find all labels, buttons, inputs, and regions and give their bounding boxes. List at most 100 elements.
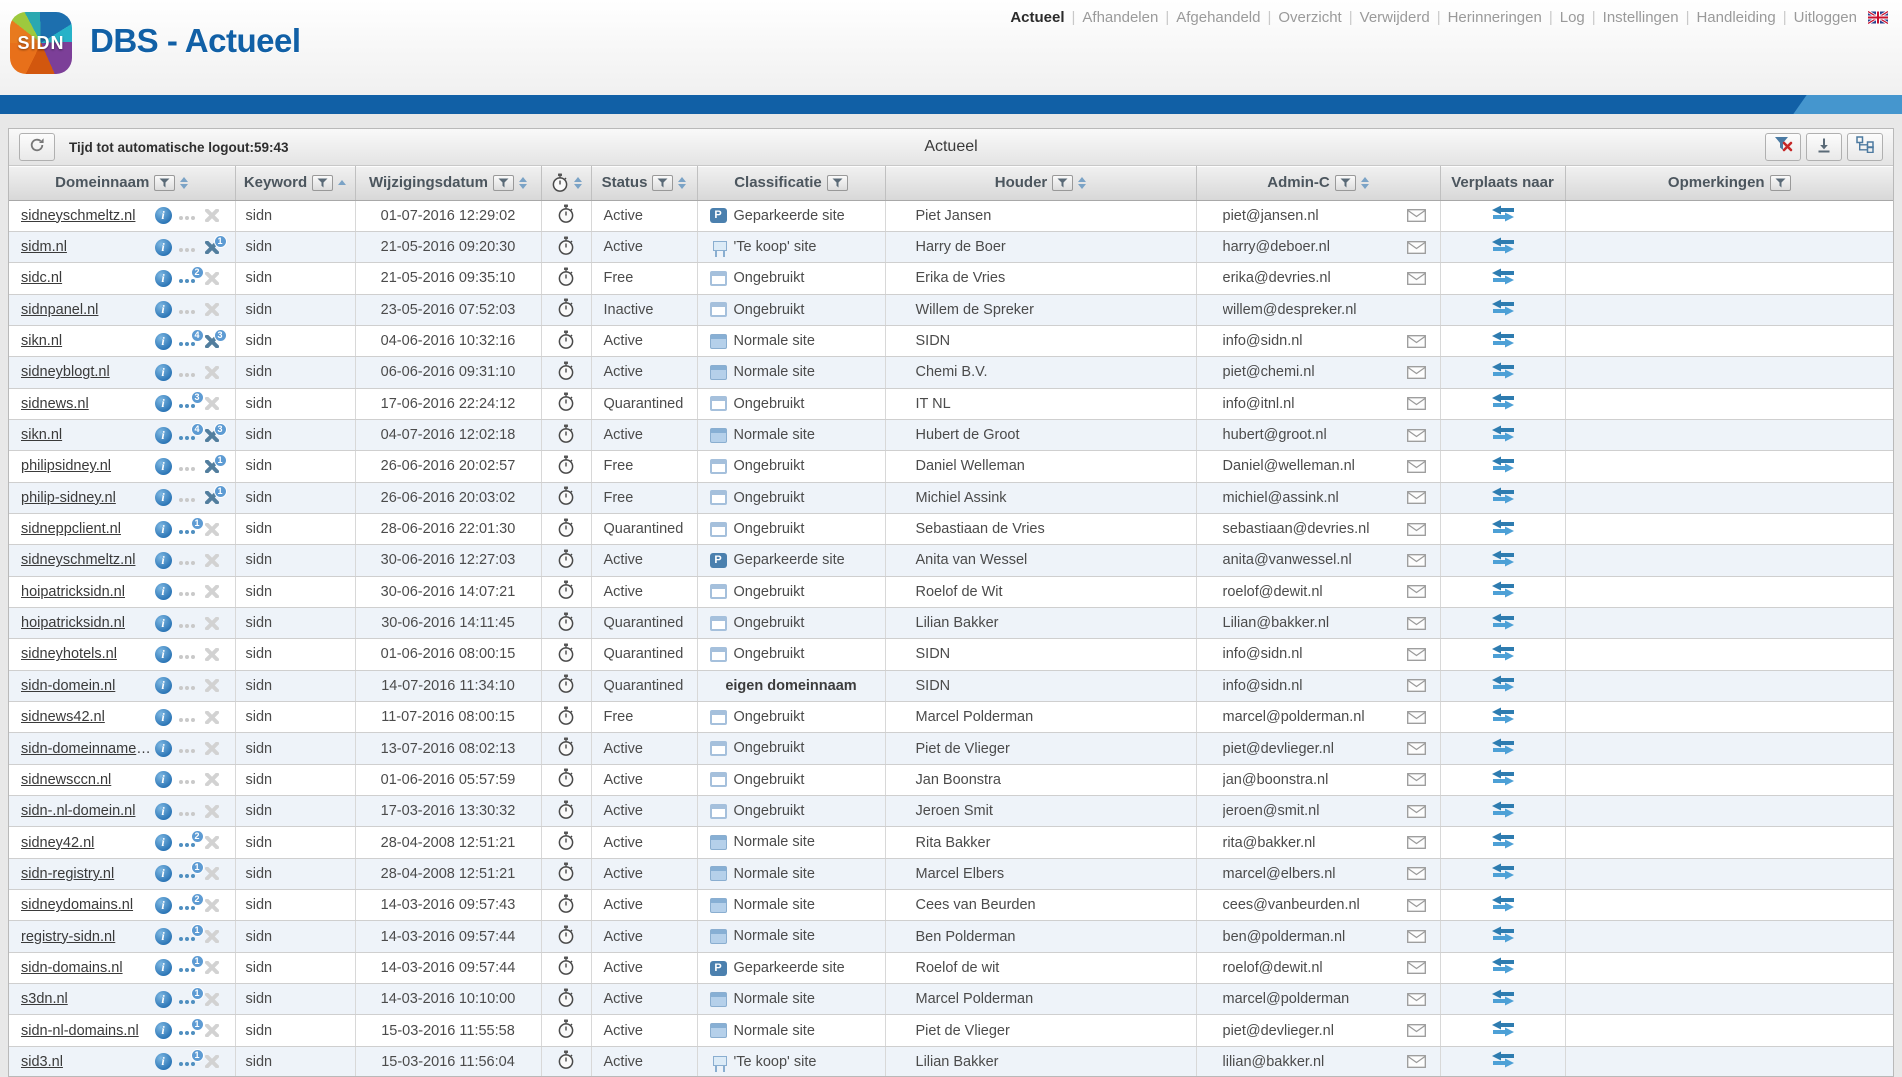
info-icon[interactable]: i: [155, 803, 172, 820]
move-icon[interactable]: [1489, 205, 1517, 222]
delete-icon[interactable]: [204, 552, 220, 569]
stopwatch-icon[interactable]: [557, 236, 575, 255]
stopwatch-icon[interactable]: [557, 674, 575, 693]
mail-icon[interactable]: [1407, 742, 1426, 755]
domain-link[interactable]: sidney42.nl: [21, 835, 155, 851]
notes-icon[interactable]: [179, 458, 197, 475]
domain-link[interactable]: philipsidney.nl: [21, 458, 155, 474]
info-icon[interactable]: i: [155, 427, 172, 444]
stopwatch-icon[interactable]: [557, 706, 575, 725]
notes-icon[interactable]: 1: [179, 1053, 197, 1070]
domain-link[interactable]: sidm.nl: [21, 239, 155, 255]
delete-icon[interactable]: [204, 1053, 220, 1070]
sort-icon[interactable]: [180, 177, 188, 189]
info-icon[interactable]: i: [155, 740, 172, 757]
sort-icon[interactable]: [1361, 177, 1369, 189]
stopwatch-icon[interactable]: [557, 518, 575, 537]
move-icon[interactable]: [1489, 268, 1517, 285]
stopwatch-icon[interactable]: [557, 204, 575, 223]
stopwatch-icon[interactable]: [557, 455, 575, 474]
move-icon[interactable]: [1489, 895, 1517, 912]
stopwatch-icon[interactable]: [557, 643, 575, 662]
delete-icon[interactable]: [204, 583, 220, 600]
move-icon[interactable]: [1489, 675, 1517, 692]
notes-icon[interactable]: 2: [179, 897, 197, 914]
notes-icon[interactable]: 3: [179, 395, 197, 412]
notes-icon[interactable]: [179, 364, 197, 381]
mail-icon[interactable]: [1407, 805, 1426, 818]
stopwatch-icon[interactable]: [557, 486, 575, 505]
delete-icon[interactable]: [204, 364, 220, 381]
move-icon[interactable]: [1489, 237, 1517, 254]
nav-item-uitloggen[interactable]: Uitloggen: [1794, 9, 1857, 26]
sidn-logo[interactable]: SIDN: [10, 12, 72, 74]
mail-icon[interactable]: [1407, 867, 1426, 880]
col-header-classificatie[interactable]: Classificatie: [697, 166, 885, 200]
filter-icon[interactable]: [312, 175, 333, 191]
nav-item-overzicht[interactable]: Overzicht: [1278, 9, 1341, 26]
notes-icon[interactable]: 4: [179, 333, 197, 350]
delete-icon[interactable]: [204, 740, 220, 757]
col-header-status[interactable]: Status: [591, 166, 697, 200]
delete-icon[interactable]: [204, 207, 220, 224]
domain-link[interactable]: sidn-domein.nl: [21, 678, 155, 694]
info-icon[interactable]: i: [155, 489, 172, 506]
info-icon[interactable]: i: [155, 959, 172, 976]
notes-icon[interactable]: 1: [179, 521, 197, 538]
notes-icon[interactable]: [179, 677, 197, 694]
export-button[interactable]: [1806, 133, 1842, 161]
mail-icon[interactable]: [1407, 711, 1426, 724]
mail-icon[interactable]: [1407, 241, 1426, 254]
stopwatch-icon[interactable]: [557, 737, 575, 756]
domain-link[interactable]: sidneyschmeltz.nl: [21, 208, 155, 224]
domain-link[interactable]: sidn-nl-domains.nl: [21, 1023, 155, 1039]
move-icon[interactable]: [1489, 989, 1517, 1006]
delete-icon[interactable]: 3: [204, 427, 220, 444]
nav-item-herinneringen[interactable]: Herinneringen: [1448, 9, 1542, 26]
sort-icon[interactable]: [1078, 177, 1086, 189]
domain-link[interactable]: philip-sidney.nl: [21, 490, 155, 506]
move-icon[interactable]: [1489, 644, 1517, 661]
stopwatch-icon[interactable]: [557, 831, 575, 850]
info-icon[interactable]: i: [155, 615, 172, 632]
domain-link[interactable]: sidneyschmeltz.nl: [21, 552, 155, 568]
delete-icon[interactable]: [204, 615, 220, 632]
sort-icon[interactable]: [519, 177, 527, 189]
notes-icon[interactable]: [179, 552, 197, 569]
move-icon[interactable]: [1489, 331, 1517, 348]
mail-icon[interactable]: [1407, 773, 1426, 786]
info-icon[interactable]: i: [155, 1053, 172, 1070]
stopwatch-icon[interactable]: [557, 424, 575, 443]
notes-icon[interactable]: [179, 301, 197, 318]
info-icon[interactable]: i: [155, 771, 172, 788]
sort-icon[interactable]: [574, 177, 582, 189]
delete-icon[interactable]: 1: [204, 489, 220, 506]
nav-item-verwijderd[interactable]: Verwijderd: [1360, 9, 1430, 26]
move-icon[interactable]: [1489, 801, 1517, 818]
info-icon[interactable]: i: [155, 333, 172, 350]
nav-item-afgehandeld[interactable]: Afgehandeld: [1176, 9, 1260, 26]
move-icon[interactable]: [1489, 425, 1517, 442]
move-icon[interactable]: [1489, 519, 1517, 536]
move-icon[interactable]: [1489, 581, 1517, 598]
notes-icon[interactable]: 1: [179, 865, 197, 882]
stopwatch-icon[interactable]: [557, 988, 575, 1007]
move-icon[interactable]: [1489, 299, 1517, 316]
delete-icon[interactable]: [204, 646, 220, 663]
stopwatch-icon[interactable]: [557, 549, 575, 568]
info-icon[interactable]: i: [155, 583, 172, 600]
delete-icon[interactable]: [204, 301, 220, 318]
notes-icon[interactable]: [179, 709, 197, 726]
move-icon[interactable]: [1489, 393, 1517, 410]
nav-item-handleiding[interactable]: Handleiding: [1696, 9, 1775, 26]
nav-item-afhandelen[interactable]: Afhandelen: [1082, 9, 1158, 26]
notes-icon[interactable]: [179, 489, 197, 506]
notes-icon[interactable]: 1: [179, 1022, 197, 1039]
nav-item-log[interactable]: Log: [1560, 9, 1585, 26]
delete-icon[interactable]: 1: [204, 239, 220, 256]
col-header-wijzigingsdatum[interactable]: Wijzigingsdatum: [355, 166, 541, 200]
info-icon[interactable]: i: [155, 552, 172, 569]
nav-item-actueel[interactable]: Actueel: [1010, 9, 1064, 26]
move-icon[interactable]: [1489, 550, 1517, 567]
mail-icon[interactable]: [1407, 961, 1426, 974]
